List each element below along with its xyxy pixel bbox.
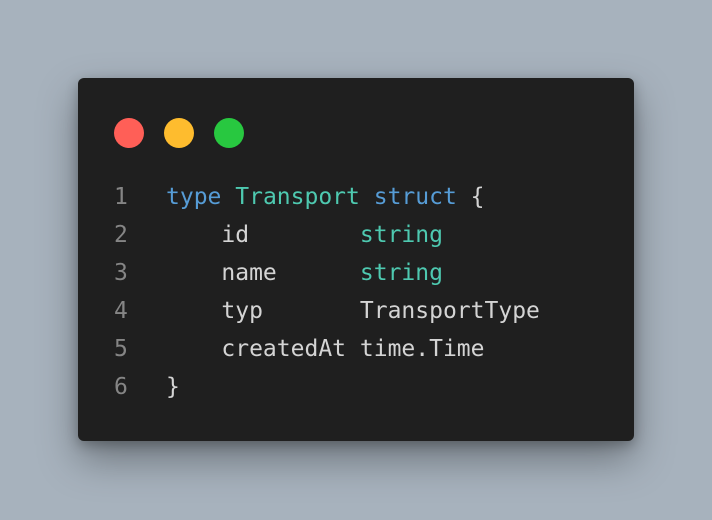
code-line: 1 type Transport struct { bbox=[114, 178, 540, 216]
code-line: 2 id string bbox=[114, 216, 540, 254]
code-token-plain: id bbox=[166, 222, 250, 248]
code-token-keyword: type bbox=[166, 184, 222, 210]
code-line: 4 typ TransportType bbox=[114, 292, 540, 330]
code-window: 1 type Transport struct {2 id string 3 nam… bbox=[78, 78, 634, 441]
code-token-plain: createdAt bbox=[166, 336, 347, 362]
line-number: 6 bbox=[114, 374, 128, 400]
code-line-content: createdAt time.Time bbox=[166, 330, 485, 368]
window-controls bbox=[114, 118, 244, 148]
code-token-plain: TransportType bbox=[359, 298, 540, 324]
code-line-content: type Transport struct { bbox=[166, 178, 485, 216]
code-line-content: } bbox=[166, 368, 180, 406]
minimize-dot-icon[interactable] bbox=[164, 118, 194, 148]
line-number: 2 bbox=[114, 222, 128, 248]
code-token-type: string bbox=[359, 260, 443, 286]
code-line: 3 name string bbox=[114, 254, 540, 292]
line-number: 1 bbox=[114, 184, 128, 210]
maximize-dot-icon[interactable] bbox=[214, 118, 244, 148]
code-token-plain: { bbox=[456, 184, 485, 210]
code-token-type: Transport bbox=[235, 184, 360, 210]
code-token-type: string bbox=[359, 222, 443, 248]
code-block: 1 type Transport struct {2 id string 3 nam… bbox=[114, 178, 540, 406]
line-number: 4 bbox=[114, 298, 128, 324]
code-token-plain: typ bbox=[166, 298, 263, 324]
code-line-content: typ TransportType bbox=[166, 292, 540, 330]
code-token-keyword: struct bbox=[373, 184, 457, 210]
code-token-plain: name bbox=[166, 260, 277, 286]
code-line-content: name string bbox=[166, 254, 443, 292]
line-number: 3 bbox=[114, 260, 128, 286]
code-token-plain: time.Time bbox=[359, 336, 485, 362]
code-token-plain: } bbox=[166, 374, 180, 400]
close-dot-icon[interactable] bbox=[114, 118, 144, 148]
code-line-content: id string bbox=[166, 216, 443, 254]
line-number: 5 bbox=[114, 336, 128, 362]
code-line: 5 createdAt time.Time bbox=[114, 330, 540, 368]
code-line: 6} bbox=[114, 368, 540, 406]
